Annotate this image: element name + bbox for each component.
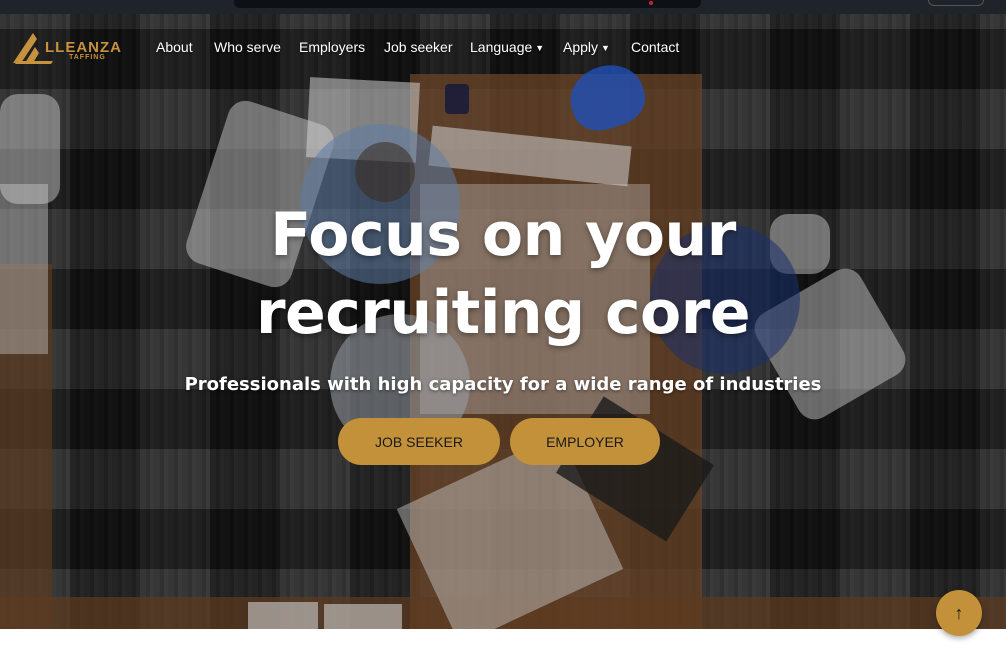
arrow-up-icon: ↑	[954, 602, 964, 623]
nav-item-label: Language	[470, 39, 533, 55]
brand-logo[interactable]: LLEANZA TAFFING	[11, 31, 133, 65]
page-below-hero	[0, 629, 1006, 658]
nav-item-label: Apply	[563, 39, 599, 55]
job-seeker-button[interactable]: JOB SEEKER	[338, 418, 500, 465]
hero-subtitle: Professionals with high capacity for a w…	[184, 374, 822, 395]
main-navigation: LLEANZA TAFFING About Who serve Employer…	[0, 14, 1006, 78]
nav-item-who-serve[interactable]: Who serve	[214, 39, 281, 55]
browser-top-strip	[0, 0, 1006, 14]
nav-item-label: Job seeker	[384, 39, 453, 55]
top-right-button-edge	[928, 0, 984, 6]
nav-item-label: Who serve	[214, 39, 281, 55]
background-paper	[248, 602, 318, 629]
scroll-to-top-button[interactable]: ↑	[936, 590, 982, 636]
nav-item-job-seeker[interactable]: Job seeker	[384, 39, 452, 55]
hero-title-line-1: Focus on your	[270, 200, 736, 270]
nav-item-employers[interactable]: Employers	[299, 39, 365, 55]
chevron-down-icon: ▼	[601, 43, 610, 53]
nav-item-label: Employers	[299, 39, 366, 55]
nav-item-language[interactable]: Language ▼	[470, 39, 544, 55]
nav-item-apply[interactable]: Apply ▼	[563, 39, 610, 55]
mug-icon	[445, 84, 469, 114]
chevron-down-icon: ▼	[535, 43, 545, 53]
nav-item-about[interactable]: About	[156, 39, 193, 55]
background-chair	[0, 94, 60, 204]
background-paper	[324, 604, 402, 629]
nav-item-contact[interactable]: Contact	[631, 39, 679, 55]
hero-title: Focus on your recruiting core	[0, 196, 1006, 352]
brand-tagline: TAFFING	[69, 54, 106, 61]
nav-item-label: About	[156, 39, 193, 55]
nav-item-label: Contact	[631, 39, 680, 55]
employer-button[interactable]: EMPLOYER	[510, 418, 660, 465]
background-person-head	[355, 142, 415, 202]
address-bar-edge	[234, 0, 701, 8]
hero-title-line-2: recruiting core	[255, 278, 751, 348]
record-indicator-icon	[649, 1, 653, 5]
